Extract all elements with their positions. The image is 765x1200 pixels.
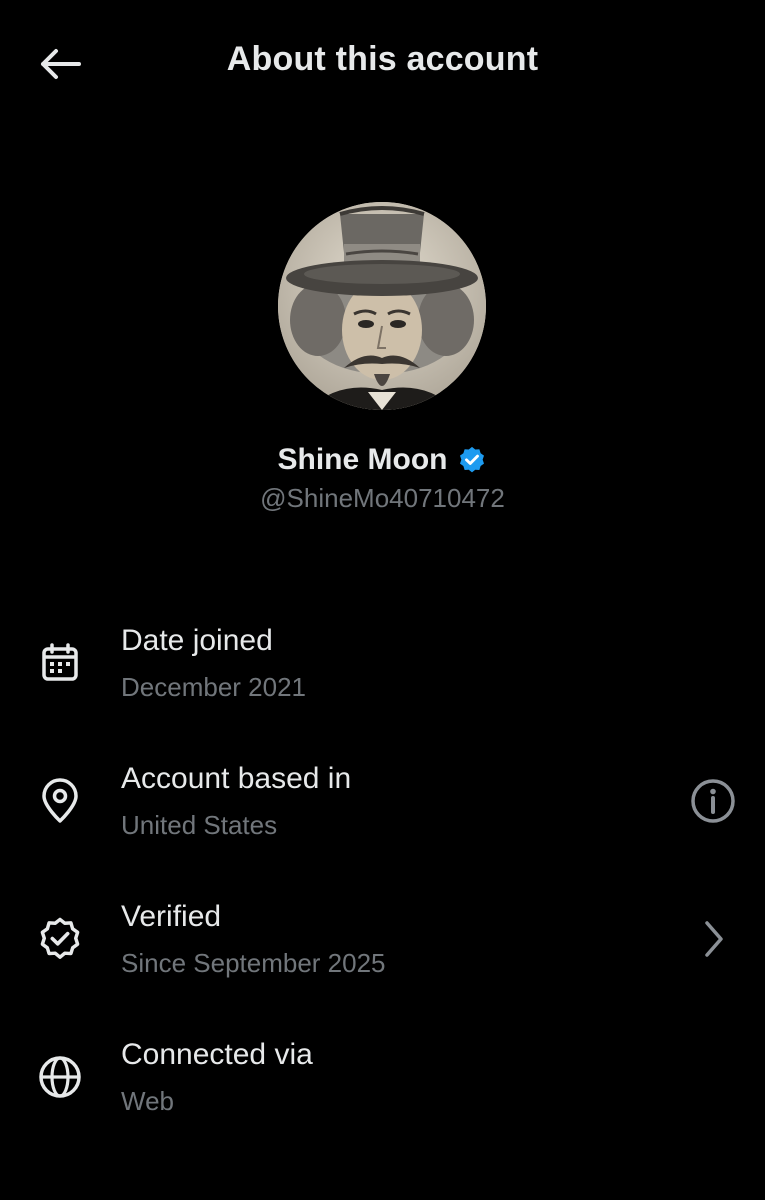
row-subtitle: Web xyxy=(121,1086,174,1116)
top-bar: About this account xyxy=(0,0,765,128)
verified-detail-button[interactable] xyxy=(689,915,737,963)
name-row: Shine Moon xyxy=(0,443,765,477)
page-title: About this account xyxy=(226,40,539,78)
row-connected-via: Connected via Web xyxy=(0,1024,765,1134)
row-title: Date joined xyxy=(121,624,273,657)
account-handle: @ShineMo40710472 xyxy=(260,483,505,513)
row-verified[interactable]: Verified Since September 2025 xyxy=(0,886,765,996)
row-title: Account based in xyxy=(121,762,352,795)
info-icon xyxy=(691,779,735,823)
row-subtitle: December 2021 xyxy=(121,672,306,702)
info-button[interactable] xyxy=(689,777,737,825)
chevron-right-icon xyxy=(705,921,723,957)
row-subtitle: Since September 2025 xyxy=(121,948,386,978)
row-title: Connected via xyxy=(121,1038,313,1071)
location-pin-icon xyxy=(36,777,84,825)
display-name: Shine Moon xyxy=(277,443,448,476)
calendar-icon xyxy=(36,639,84,687)
verified-badge-icon xyxy=(460,446,485,473)
globe-icon xyxy=(36,1053,84,1101)
verified-seal-icon xyxy=(36,915,84,963)
row-title: Verified xyxy=(121,900,222,933)
avatar-portrait-image xyxy=(278,202,486,410)
row-date-joined: Date joined December 2021 xyxy=(0,610,765,720)
avatar[interactable] xyxy=(278,202,486,410)
row-account-based-in: Account based in United States xyxy=(0,748,765,858)
row-subtitle: United States xyxy=(121,810,278,840)
